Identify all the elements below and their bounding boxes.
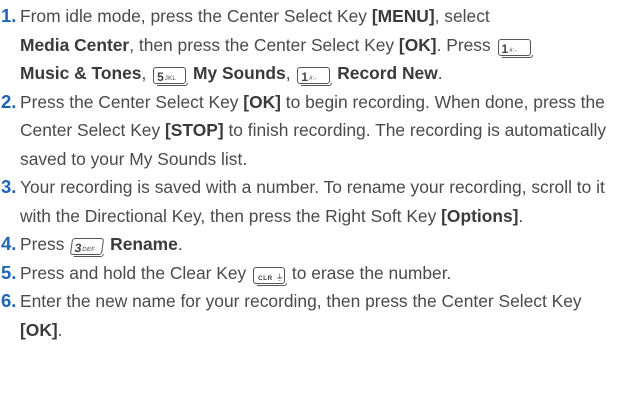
step-text: . bbox=[518, 205, 524, 226]
key-5-icon: 5JKL bbox=[153, 67, 189, 86]
step-number: 6. bbox=[1, 290, 17, 311]
step-text: to erase the number. bbox=[287, 262, 452, 283]
step-3: 3. Your recording is saved with a number.… bbox=[0, 173, 625, 230]
key-digit: 5 bbox=[157, 70, 164, 84]
my-sounds-label: My Sounds bbox=[192, 63, 286, 83]
step-text: , bbox=[285, 63, 296, 83]
step-text: . Press bbox=[436, 34, 496, 55]
media-center-label: Media Center bbox=[20, 34, 130, 55]
ok-key-label: [OK] bbox=[243, 91, 281, 112]
step-text: . bbox=[57, 319, 63, 340]
step-text: Press bbox=[20, 234, 70, 254]
step-1: 1. From idle mode, press the Center Selec… bbox=[0, 2, 625, 88]
stop-key-label: [STOP] bbox=[165, 120, 224, 140]
step-number: 3. bbox=[1, 176, 17, 197]
step-text: From idle mode, press the Center Select … bbox=[20, 6, 372, 26]
step-text: Enter the new name for your recording, t… bbox=[20, 291, 582, 311]
step-number: 1. bbox=[1, 5, 17, 26]
step-text: Press the Center Select Key bbox=[20, 91, 244, 112]
key-digit: 1 bbox=[501, 41, 509, 56]
step-text: , then press the Center Select Key bbox=[129, 34, 399, 55]
music-tones-label: Music & Tones bbox=[20, 63, 142, 83]
rename-label: Rename bbox=[110, 234, 178, 254]
step-text: . bbox=[437, 63, 443, 83]
key-digit: 1 bbox=[301, 70, 309, 84]
key-letters: #:- bbox=[509, 47, 518, 54]
key-3-icon: 3DEF bbox=[70, 238, 105, 255]
key-letters: JKL bbox=[164, 76, 177, 82]
key-letters: #:- bbox=[309, 76, 317, 82]
step-6: 6. Enter the new name for your recording,… bbox=[0, 287, 625, 344]
key-1-icon: 1#:- bbox=[297, 67, 333, 86]
key-digit: CLR bbox=[258, 274, 273, 282]
ok-key-label: [OK] bbox=[20, 319, 58, 340]
step-2: 2. Press the Center Select Key [OK] to be… bbox=[0, 88, 625, 174]
clear-key-icon: CLR ⏚ bbox=[253, 266, 288, 286]
key-1-icon: 1#:- bbox=[497, 38, 533, 58]
step-text: . bbox=[177, 234, 183, 254]
step-4: 4. Press 3DEF Rename. bbox=[0, 230, 625, 259]
step-number: 2. bbox=[1, 90, 17, 112]
step-text: , bbox=[141, 63, 152, 83]
step-text: Press and hold the Clear Key bbox=[20, 262, 252, 283]
key-symbol: ⏚ bbox=[275, 272, 284, 282]
step-number: 4. bbox=[1, 233, 17, 254]
options-key-label: [Options] bbox=[441, 205, 519, 226]
step-5: 5. Press and hold the Clear Key CLR ⏚ to e… bbox=[0, 259, 625, 288]
key-letters: DEF bbox=[82, 247, 96, 253]
step-text: , select bbox=[434, 6, 490, 26]
menu-key-label: [MENU] bbox=[371, 6, 435, 26]
ok-key-label: [OK] bbox=[398, 34, 437, 55]
record-new-label: Record New bbox=[337, 63, 438, 83]
step-number: 5. bbox=[1, 261, 17, 283]
instruction-steps: 1. From idle mode, press the Center Selec… bbox=[0, 0, 625, 344]
